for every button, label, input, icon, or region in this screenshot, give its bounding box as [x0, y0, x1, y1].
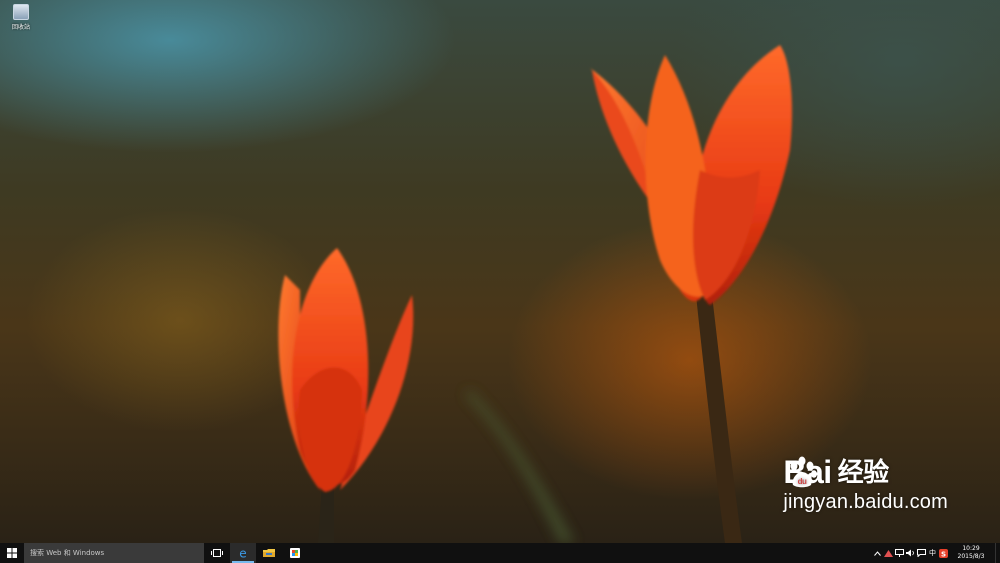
edge-icon: e [239, 547, 246, 559]
input-method-indicator[interactable]: 中 [927, 543, 938, 563]
tulip-stem-large [696, 295, 742, 543]
show-desktop-button[interactable] [995, 543, 1000, 563]
sogou-icon: S [939, 548, 948, 558]
clock[interactable]: 10:29 2015/8/3 [949, 545, 993, 561]
baidu-jingyan-watermark: Bai du 经验 jingyan.baidu.com [783, 455, 948, 514]
sogou-ime-button[interactable]: S [938, 543, 949, 563]
tulip-large [590, 45, 792, 305]
app-tray-icon [884, 549, 893, 557]
folder-icon [263, 549, 275, 557]
store-taskbar-button[interactable] [282, 543, 308, 563]
recycle-bin-icon [13, 4, 29, 20]
task-view-button[interactable] [204, 543, 230, 563]
windows-logo-icon [7, 548, 17, 558]
task-view-icon [211, 549, 223, 557]
svg-text:e: e [239, 547, 246, 559]
message-icon [917, 549, 926, 557]
watermark-url: jingyan.baidu.com [783, 491, 948, 513]
clock-time: 10:29 [962, 545, 980, 552]
speaker-icon [906, 549, 914, 557]
start-button[interactable] [0, 543, 24, 563]
tray-app-icon[interactable] [883, 543, 894, 563]
baidu-paw-icon: du [790, 456, 818, 488]
taskbar: 搜索 Web 和 Windows e 中 S 10:29 2015/8/3 [0, 543, 1000, 563]
network-button[interactable] [894, 543, 905, 563]
file-explorer-taskbar-button[interactable] [256, 543, 282, 563]
show-hidden-icons-button[interactable] [872, 543, 883, 563]
desktop-wallpaper: 回收站 Bai du 经验 jingyan.baidu.com [0, 0, 1000, 543]
tulip-small [278, 248, 414, 492]
svg-text:du: du [798, 477, 807, 486]
network-icon [895, 549, 904, 557]
action-center-button[interactable] [916, 543, 927, 563]
system-tray: 中 S 10:29 2015/8/3 [872, 543, 1000, 563]
chevron-up-icon [874, 550, 881, 556]
tulip-stem-small [318, 485, 334, 543]
search-box[interactable]: 搜索 Web 和 Windows [24, 543, 204, 563]
edge-taskbar-button[interactable]: e [230, 543, 256, 563]
store-icon [290, 548, 300, 558]
svg-text:S: S [941, 550, 946, 558]
watermark-brand-right: 经验 [837, 457, 890, 487]
desktop-icon-label: 回收站 [11, 24, 30, 31]
volume-button[interactable] [905, 543, 916, 563]
desktop-icon-recycle-bin[interactable]: 回收站 [6, 4, 36, 31]
clock-date: 2015/8/3 [957, 553, 985, 560]
